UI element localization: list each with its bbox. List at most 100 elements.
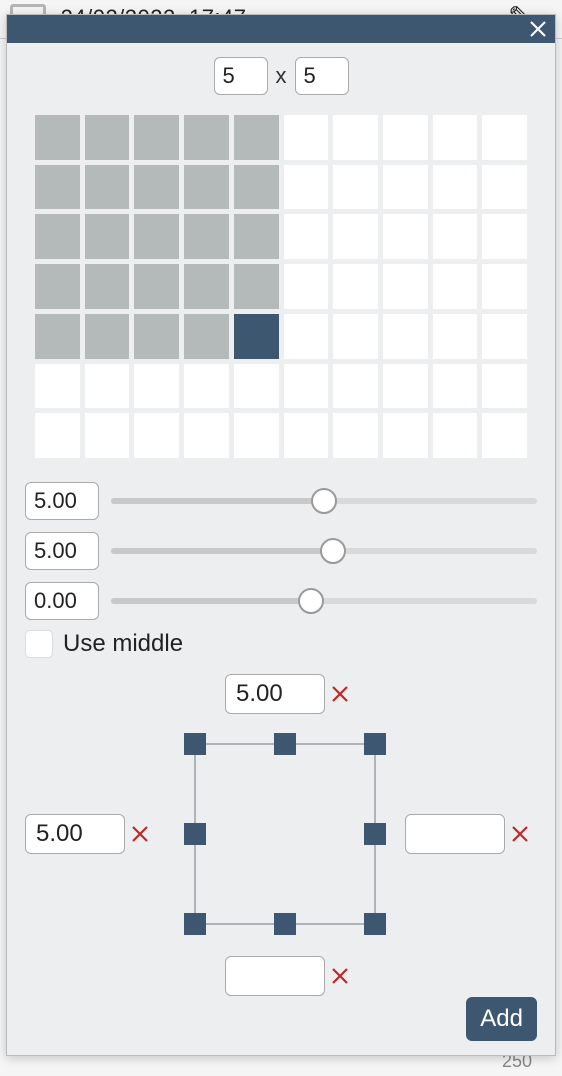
grid-cell[interactable] [35, 364, 80, 409]
grid-cell[interactable] [333, 214, 378, 259]
grid-cell[interactable] [482, 364, 527, 409]
grid-cell[interactable] [184, 314, 229, 359]
grid-cell[interactable] [35, 314, 80, 359]
grid-cell[interactable] [234, 364, 279, 409]
grid-cell[interactable] [234, 214, 279, 259]
handle-bottom-mid[interactable] [274, 913, 296, 935]
grid-cell[interactable] [184, 214, 229, 259]
slider-2-thumb[interactable] [320, 538, 346, 564]
grid-cell[interactable] [184, 413, 229, 458]
slider-3-thumb[interactable] [298, 588, 324, 614]
grid-cell[interactable] [134, 214, 179, 259]
grid-cell[interactable] [134, 115, 179, 160]
grid-cell[interactable] [433, 115, 478, 160]
grid-cell[interactable] [184, 264, 229, 309]
grid-cell[interactable] [234, 264, 279, 309]
slider-3-track[interactable] [111, 598, 537, 604]
grid-cell[interactable] [482, 314, 527, 359]
grid-cell[interactable] [284, 165, 329, 210]
left-side-clear-icon[interactable] [131, 825, 149, 843]
grid-cell[interactable] [35, 413, 80, 458]
grid-cell[interactable] [383, 413, 428, 458]
bottom-side-input[interactable] [225, 956, 325, 996]
right-side-clear-icon[interactable] [511, 825, 529, 843]
grid-cell[interactable] [284, 314, 329, 359]
grid-cell[interactable] [134, 264, 179, 309]
grid-cell[interactable] [234, 314, 279, 359]
grid-cell[interactable] [383, 115, 428, 160]
grid-cell[interactable] [234, 165, 279, 210]
grid-cell[interactable] [482, 115, 527, 160]
shape-rectangle[interactable] [175, 724, 395, 944]
grid-cell[interactable] [134, 314, 179, 359]
handle-bottom-left[interactable] [184, 913, 206, 935]
grid-cell[interactable] [35, 214, 80, 259]
handle-top-mid[interactable] [274, 733, 296, 755]
grid-cell[interactable] [85, 314, 130, 359]
slider-2-track[interactable] [111, 548, 537, 554]
grid-cell[interactable] [383, 264, 428, 309]
grid-cell[interactable] [383, 214, 428, 259]
grid-cell[interactable] [482, 165, 527, 210]
grid-cell[interactable] [482, 214, 527, 259]
grid-cell[interactable] [433, 165, 478, 210]
grid-cell[interactable] [85, 115, 130, 160]
grid-cell[interactable] [284, 364, 329, 409]
slider-3-value[interactable] [25, 582, 99, 620]
left-side-input[interactable] [25, 814, 125, 854]
grid-cell[interactable] [433, 364, 478, 409]
grid-cell[interactable] [333, 165, 378, 210]
grid-cell[interactable] [234, 115, 279, 160]
grid-cell[interactable] [433, 413, 478, 458]
grid-cell[interactable] [35, 165, 80, 210]
handle-top-left[interactable] [184, 733, 206, 755]
top-side-clear-icon[interactable] [331, 685, 349, 703]
grid-cell[interactable] [482, 264, 527, 309]
slider-1-thumb[interactable] [311, 488, 337, 514]
grid-cell[interactable] [482, 413, 527, 458]
grid-cell[interactable] [333, 115, 378, 160]
grid-cell[interactable] [433, 314, 478, 359]
grid-cell[interactable] [284, 413, 329, 458]
grid-size-picker[interactable] [35, 115, 527, 458]
grid-cell[interactable] [333, 314, 378, 359]
grid-cell[interactable] [333, 264, 378, 309]
bottom-side-clear-icon[interactable] [331, 967, 349, 985]
grid-cell[interactable] [284, 115, 329, 160]
grid-cell[interactable] [433, 264, 478, 309]
height-input[interactable] [295, 57, 349, 95]
width-input[interactable] [214, 57, 268, 95]
grid-cell[interactable] [333, 364, 378, 409]
grid-cell[interactable] [184, 364, 229, 409]
add-button[interactable]: Add [466, 997, 537, 1041]
right-side-input[interactable] [405, 814, 505, 854]
grid-cell[interactable] [234, 413, 279, 458]
grid-cell[interactable] [85, 165, 130, 210]
handle-mid-left[interactable] [184, 823, 206, 845]
slider-2-value[interactable] [25, 532, 99, 570]
grid-cell[interactable] [85, 364, 130, 409]
grid-cell[interactable] [383, 364, 428, 409]
grid-cell[interactable] [383, 314, 428, 359]
use-middle-checkbox[interactable] [25, 630, 53, 658]
grid-cell[interactable] [383, 165, 428, 210]
grid-cell[interactable] [35, 115, 80, 160]
handle-bottom-right[interactable] [364, 913, 386, 935]
top-side-input[interactable] [225, 674, 325, 714]
handle-top-right[interactable] [364, 733, 386, 755]
grid-cell[interactable] [134, 413, 179, 458]
grid-cell[interactable] [284, 264, 329, 309]
grid-cell[interactable] [134, 364, 179, 409]
grid-cell[interactable] [333, 413, 378, 458]
grid-cell[interactable] [85, 413, 130, 458]
grid-cell[interactable] [433, 214, 478, 259]
close-icon[interactable] [529, 20, 547, 38]
grid-cell[interactable] [184, 165, 229, 210]
slider-1-value[interactable] [25, 482, 99, 520]
slider-1-track[interactable] [111, 498, 537, 504]
grid-cell[interactable] [284, 214, 329, 259]
grid-cell[interactable] [184, 115, 229, 160]
grid-cell[interactable] [35, 264, 80, 309]
grid-cell[interactable] [85, 264, 130, 309]
handle-mid-right[interactable] [364, 823, 386, 845]
